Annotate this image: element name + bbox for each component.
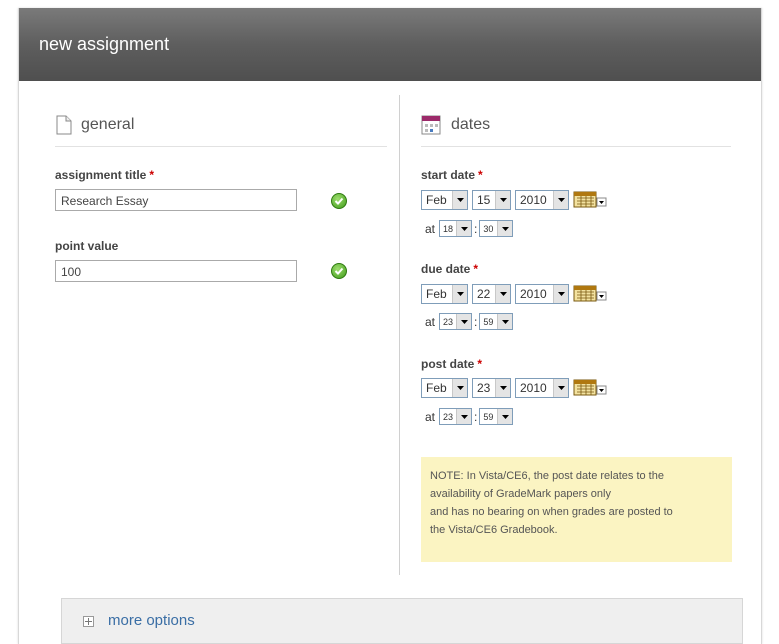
due-date-label-text: due date [421, 262, 471, 276]
due-date-calendar-button[interactable] [573, 284, 607, 304]
note-line: and has no bearing on when grades are po… [430, 506, 673, 518]
chevron-down-icon [452, 379, 467, 397]
start-year-select[interactable]: 2010 [515, 190, 569, 210]
more-options-link[interactable]: more options [108, 612, 195, 629]
more-options-bar[interactable]: more options [61, 598, 743, 644]
chevron-down-icon [456, 221, 472, 236]
assignment-title-input[interactable]: Research Essay [55, 189, 297, 211]
start-day-value: 15 [477, 193, 491, 207]
chevron-down-icon [495, 379, 510, 397]
start-date-label: start date * [421, 168, 483, 182]
chevron-down-icon [452, 191, 467, 209]
note-line: availability of GradeMark papers only [430, 488, 611, 500]
chevron-down-icon [495, 285, 510, 303]
check-icon [331, 263, 347, 279]
chevron-down-icon [456, 409, 472, 424]
start-month-select[interactable]: Feb [421, 190, 468, 210]
calendar-icon [421, 115, 441, 140]
chevron-down-icon [497, 221, 513, 236]
start-date-row: Feb 15 2010 [421, 190, 607, 210]
due-time-row: at 23 : 59 [425, 313, 517, 330]
general-heading: general [81, 116, 135, 133]
chevron-down-icon [497, 314, 513, 329]
time-separator: : [474, 409, 478, 424]
start-hour-value: 18 [443, 223, 454, 234]
note-line: NOTE: In Vista/CE6, the post date relate… [430, 470, 664, 482]
due-hour-select[interactable]: 23 [439, 313, 473, 330]
column-divider [399, 95, 400, 575]
start-hour-select[interactable]: 18 [439, 220, 473, 237]
required-mark: * [477, 357, 483, 371]
post-hour-select[interactable]: 23 [439, 408, 473, 425]
due-year-value: 2010 [520, 287, 547, 301]
panel-header: new assignment [19, 8, 761, 81]
required-mark: * [149, 168, 155, 182]
post-year-value: 2010 [520, 381, 547, 395]
chevron-down-icon [553, 191, 568, 209]
post-minute-value: 59 [483, 411, 494, 422]
post-date-row: Feb 23 2010 [421, 378, 607, 398]
start-minute-select[interactable]: 30 [479, 220, 514, 237]
post-month-value: Feb [426, 381, 447, 395]
time-separator: : [474, 221, 478, 236]
due-date-label: due date * [421, 262, 478, 276]
due-day-value: 22 [477, 287, 491, 301]
post-day-select[interactable]: 23 [472, 378, 511, 398]
at-label: at [425, 221, 436, 236]
post-time-row: at 23 : 59 [425, 408, 517, 425]
point-value-label: point value [55, 239, 119, 253]
start-year-value: 2010 [520, 193, 547, 207]
post-date-label: post date * [421, 357, 482, 371]
start-date-calendar-button[interactable] [573, 190, 607, 210]
expand-plus-icon[interactable] [83, 616, 94, 627]
check-icon [331, 193, 347, 209]
chevron-down-icon [456, 314, 472, 329]
due-month-select[interactable]: Feb [421, 284, 468, 304]
chevron-down-icon [553, 285, 568, 303]
start-minute-value: 30 [483, 223, 494, 234]
at-label: at [425, 314, 436, 329]
start-time-row: at 18 : 30 [425, 220, 517, 237]
start-day-select[interactable]: 15 [472, 190, 511, 210]
post-minute-select[interactable]: 59 [479, 408, 514, 425]
document-icon [56, 115, 72, 140]
at-label: at [425, 409, 436, 424]
point-value-input[interactable]: 100 [55, 260, 297, 282]
post-date-calendar-button[interactable] [573, 378, 607, 398]
post-hour-value: 23 [443, 411, 454, 422]
post-date-label-text: post date [421, 357, 475, 371]
general-divider [55, 146, 387, 147]
due-minute-value: 59 [483, 316, 494, 327]
due-hour-value: 23 [443, 316, 454, 327]
chevron-down-icon [452, 285, 467, 303]
assignment-title-label: assignment title * [55, 168, 154, 182]
start-date-label-text: start date [421, 168, 476, 182]
assignment-panel: new assignment general assignment title *… [18, 8, 762, 644]
note-line: the Vista/CE6 Gradebook. [430, 524, 558, 536]
post-date-note: NOTE: In Vista/CE6, the post date relate… [421, 457, 732, 562]
page-title: new assignment [39, 34, 170, 54]
required-mark: * [478, 168, 483, 182]
chevron-down-icon [497, 409, 513, 424]
dates-heading: dates [451, 116, 491, 133]
post-month-select[interactable]: Feb [421, 378, 468, 398]
due-year-select[interactable]: 2010 [515, 284, 569, 304]
post-year-select[interactable]: 2010 [515, 378, 569, 398]
due-month-value: Feb [426, 287, 447, 301]
start-month-value: Feb [426, 193, 447, 207]
chevron-down-icon [495, 191, 510, 209]
due-day-select[interactable]: 22 [472, 284, 511, 304]
post-day-value: 23 [477, 381, 491, 395]
required-mark: * [473, 262, 479, 276]
due-date-row: Feb 22 2010 [421, 284, 607, 304]
due-minute-select[interactable]: 59 [479, 313, 514, 330]
dates-divider [421, 146, 731, 147]
time-separator: : [474, 314, 478, 329]
assignment-title-label-text: assignment title [55, 168, 147, 182]
chevron-down-icon [553, 379, 568, 397]
